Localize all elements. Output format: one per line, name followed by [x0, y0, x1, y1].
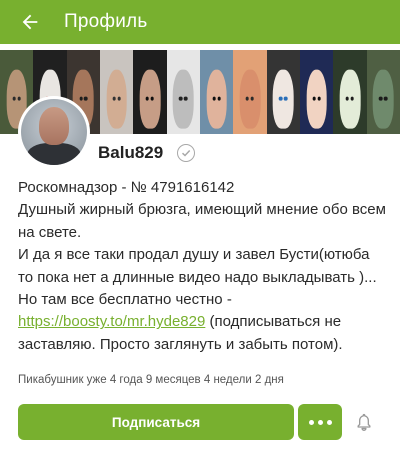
username-row: Balu829	[98, 140, 196, 166]
avatar[interactable]	[18, 96, 90, 168]
cover-avatar-tile	[366, 50, 400, 134]
account-age: Пикабушник уже 4 года 9 месяцев 4 недели…	[18, 374, 284, 386]
bio-line: Душный жирный брюзга, имеющий мнение обо…	[18, 201, 386, 241]
notifications-button[interactable]	[352, 404, 376, 440]
boosty-link[interactable]: https://boosty.to/mr.hyde829	[18, 313, 205, 330]
back-button[interactable]	[6, 0, 54, 44]
arrow-left-icon	[22, 14, 38, 30]
bio-line: Роскомнадзор - № 4791616142	[18, 179, 235, 196]
cover-avatar-tile	[266, 50, 300, 134]
cover-avatar-tile	[166, 50, 200, 134]
cover-avatar-tile	[199, 50, 234, 134]
avatar-photo	[21, 99, 87, 165]
cover-avatar-tile	[133, 50, 167, 134]
bio-line: И да я все таки продал душу и завел Буст…	[18, 246, 377, 353]
cover-avatar-tile	[333, 50, 367, 134]
dots-icon	[308, 419, 314, 425]
cover-avatar-tile	[99, 50, 134, 134]
more-options-button[interactable]	[298, 404, 342, 440]
subscribe-button[interactable]: Подписаться	[18, 404, 294, 440]
cover-avatar-tile	[299, 50, 334, 134]
profile-actions: Подписаться	[18, 404, 384, 440]
top-app-bar: Профиль	[0, 0, 400, 44]
bell-icon	[357, 413, 371, 432]
page-title: Профиль	[64, 11, 148, 32]
username: Balu829	[98, 143, 164, 162]
cover-avatar-tile	[233, 50, 267, 134]
check-circle-icon	[177, 144, 196, 162]
profile-bio: Роскомнадзор - № 4791616142 Душный жирны…	[18, 177, 386, 356]
